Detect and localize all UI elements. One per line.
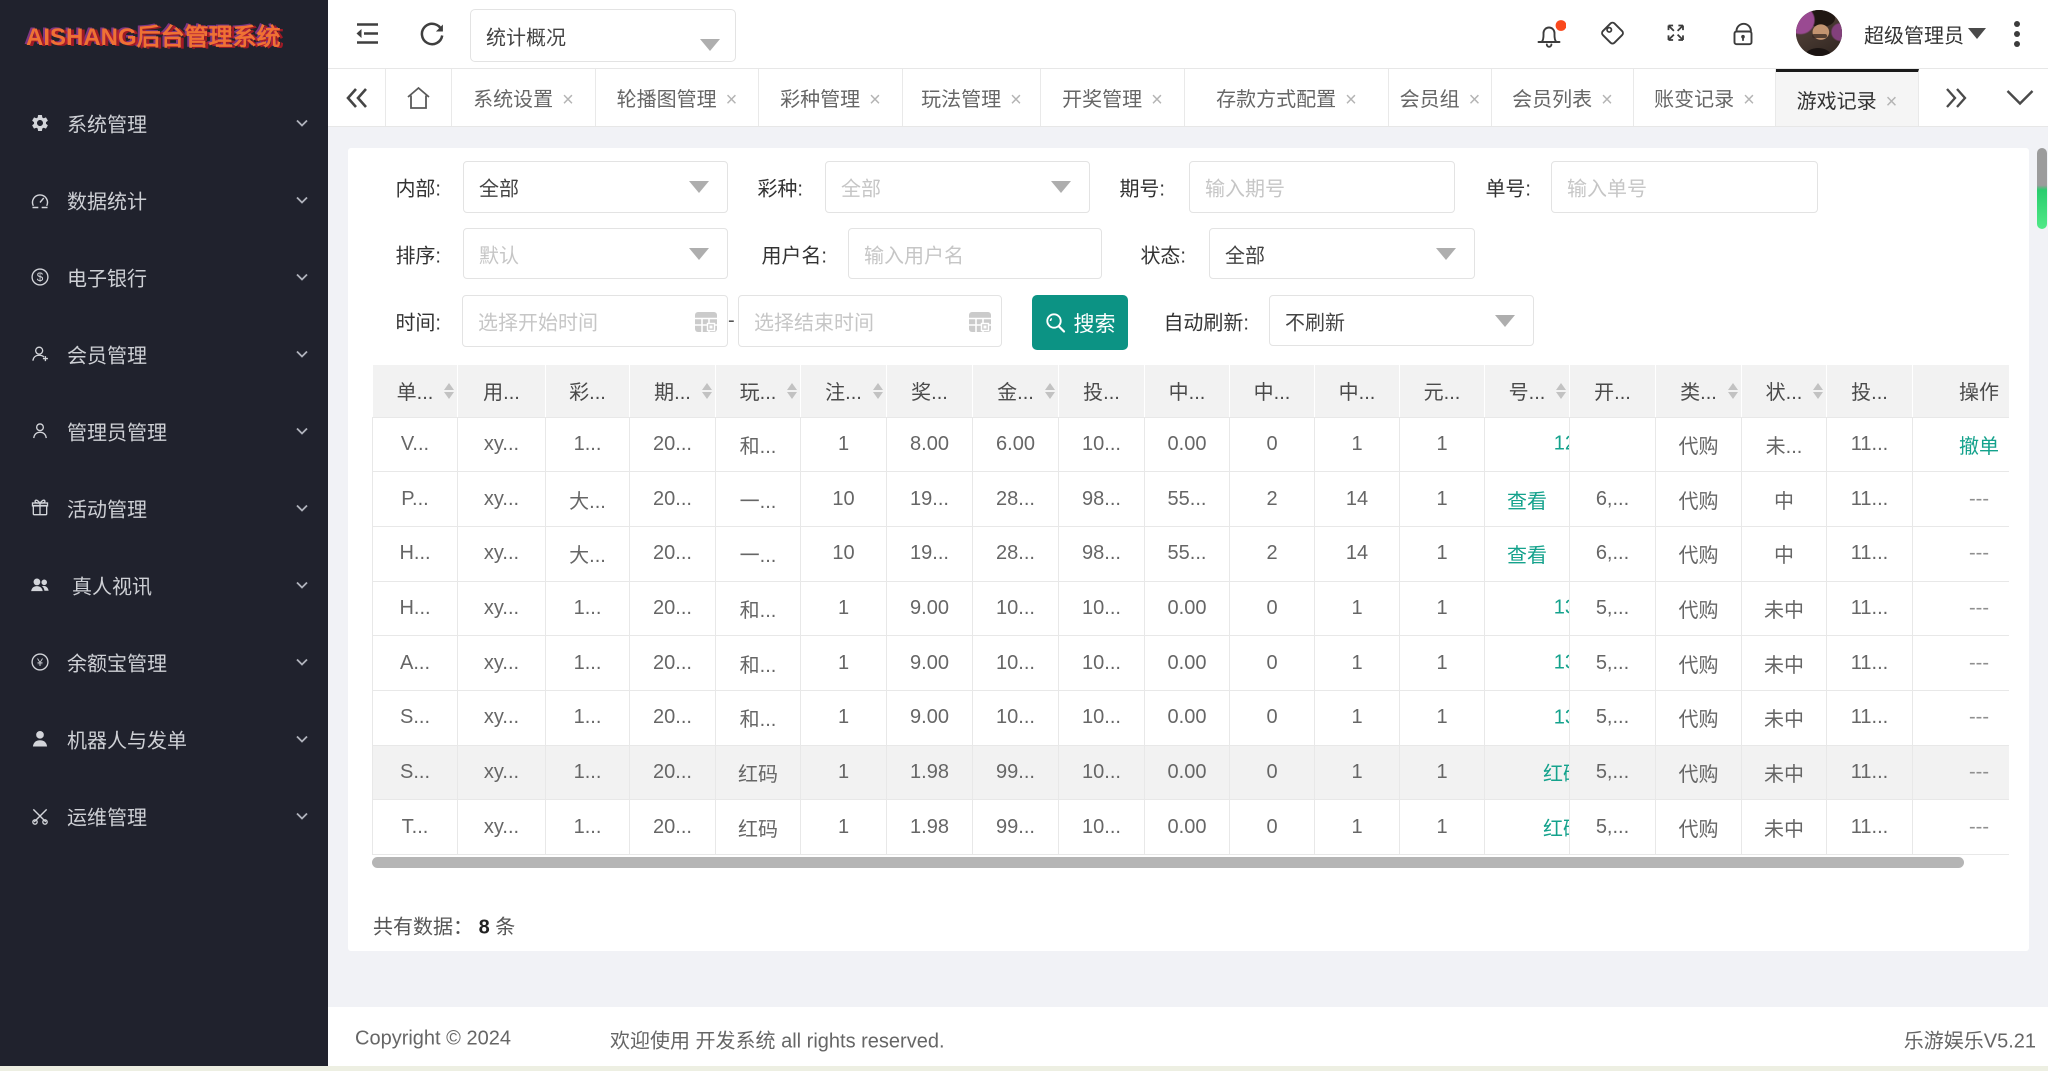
svg-text:$: $	[37, 271, 44, 284]
svg-text:¥: ¥	[36, 656, 44, 668]
